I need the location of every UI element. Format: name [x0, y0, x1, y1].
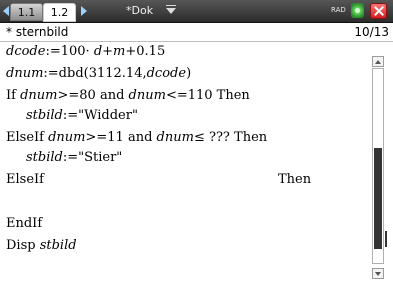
text-cursor	[385, 231, 387, 247]
code-text: :="Stier"	[62, 150, 123, 165]
identifier: dnum	[156, 130, 194, 145]
scroll-up-arrow-icon[interactable]	[372, 56, 384, 67]
previous-page-arrow-icon[interactable]	[3, 6, 9, 16]
close-icon[interactable]	[370, 3, 387, 19]
battery-icon	[351, 3, 364, 18]
code-text: If	[6, 88, 21, 103]
code-text: ElseIf	[6, 172, 44, 187]
code-line-7[interactable]: ElseIf Then	[6, 170, 366, 190]
code-text: <=110 Then	[165, 88, 250, 103]
program-header: * sternbild 10/13	[0, 23, 393, 42]
code-text: Then	[278, 172, 312, 187]
identifier: stbild	[26, 150, 63, 165]
code-line-6[interactable]: stbild:="Stier"	[26, 148, 122, 168]
code-line-2[interactable]: dnum:=dbd(3112.14,dcode)	[6, 64, 191, 84]
program-editor[interactable]: dcode:=100· d+m+0.15 dnum:=dbd(3112.14,d…	[0, 42, 375, 284]
tab-1-1[interactable]: 1.1	[10, 3, 43, 21]
identifier: d	[93, 44, 103, 59]
code-text: Disp	[6, 238, 40, 253]
scrollbar-thumb[interactable]	[374, 148, 382, 249]
identifier: stbild	[39, 238, 77, 253]
line-position: 10/13	[354, 25, 389, 39]
identifier: dnum	[128, 88, 166, 103]
next-page-arrow-icon[interactable]	[81, 6, 87, 16]
angle-mode-indicator: RAD	[331, 6, 346, 14]
scroll-down-arrow-icon[interactable]	[372, 268, 384, 279]
code-line-10[interactable]: Disp stbild	[6, 236, 77, 256]
identifier: m	[113, 44, 126, 59]
identifier: dnum	[20, 88, 58, 103]
code-line-4[interactable]: stbild:="Widder"	[26, 106, 138, 126]
code-line-9[interactable]: EndIf	[6, 214, 42, 234]
identifier: dcode	[6, 44, 46, 59]
code-text: :=dbd(3112.14,	[43, 66, 147, 81]
program-name: * sternbild	[6, 25, 69, 39]
code-line-1[interactable]: dcode:=100· d+m+0.15	[6, 42, 165, 62]
code-text: :="Widder"	[62, 108, 138, 123]
document-title[interactable]: *Dok	[126, 3, 153, 19]
code-text: ElseIf	[6, 130, 49, 145]
tab-bar: 1.1 1.2 *Dok RAD	[0, 0, 393, 23]
code-line-3[interactable]: If dnum>=80 and dnum<=110 Then	[6, 86, 250, 106]
code-text: +0.15	[125, 44, 166, 59]
code-text: )	[186, 66, 192, 81]
code-text: :=100·	[45, 44, 94, 59]
identifier: stbild	[26, 108, 63, 123]
document-menu-chevron-icon[interactable]	[166, 5, 176, 14]
code-text: >=11 and	[85, 130, 157, 145]
code-text: +	[102, 44, 114, 59]
code-text: EndIf	[6, 216, 43, 231]
code-line-5[interactable]: ElseIf dnum>=11 and dnum≤ ??? Then	[6, 128, 267, 148]
code-text: ≤ ??? Then	[193, 130, 268, 145]
identifier: dcode	[146, 66, 187, 81]
tab-1-2[interactable]: 1.2	[43, 3, 76, 22]
identifier: dnum	[6, 66, 44, 81]
identifier: dnum	[48, 130, 86, 145]
code-text: >=80 and	[57, 88, 129, 103]
